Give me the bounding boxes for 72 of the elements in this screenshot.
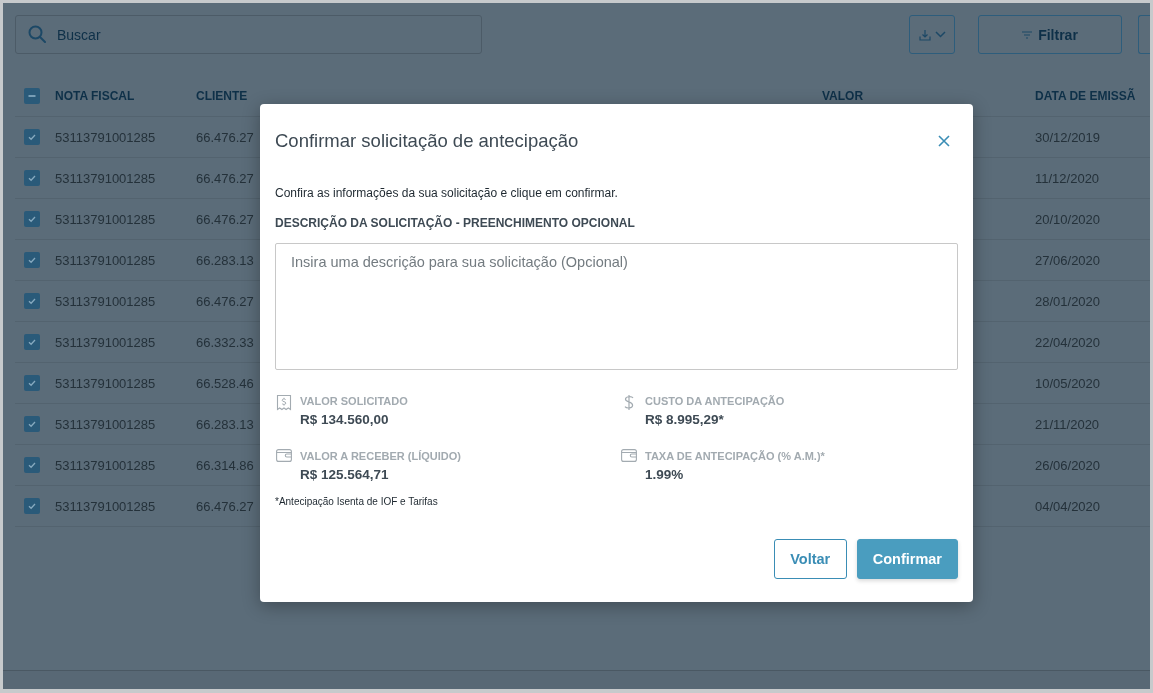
description-field[interactable]: Insira uma descrição para sua solicitação (Opcional) bbox=[275, 243, 958, 370]
table-cell: 53113791001285 bbox=[55, 252, 156, 268]
column-header: VALOR bbox=[822, 89, 864, 103]
table-cell: 11/12/2020 bbox=[1035, 170, 1100, 186]
wallet-icon bbox=[275, 449, 292, 462]
summary-label: VALOR A RECEBER (LÍQUIDO) bbox=[300, 449, 461, 463]
table-cell: 66.476.27 bbox=[196, 293, 254, 309]
checkbox[interactable] bbox=[24, 211, 40, 227]
table-cell: 27/06/2020 bbox=[1035, 252, 1101, 268]
footnote: *Antecipação Isenta de IOF e Tarifas bbox=[275, 496, 439, 508]
table-cell: 04/04/2020 bbox=[1035, 498, 1101, 514]
table-cell: 66.476.27 bbox=[196, 211, 254, 227]
table-cell: 53113791001285 bbox=[55, 334, 156, 350]
table-cell: 21/11/2020 bbox=[1035, 416, 1100, 432]
checkbox[interactable] bbox=[24, 457, 40, 473]
filter-icon bbox=[1022, 30, 1033, 39]
table-cell: 53113791001285 bbox=[55, 498, 156, 514]
table-cell: 53113791001285 bbox=[55, 293, 156, 309]
summary-value: 1.99% bbox=[645, 467, 685, 483]
table-cell: 66.283.13 bbox=[196, 252, 254, 268]
checkbox[interactable] bbox=[24, 375, 40, 391]
table-cell: 66.476.27 bbox=[196, 129, 254, 145]
summary-value: R$ 125.564,71 bbox=[300, 467, 390, 483]
confirm-button[interactable]: Confirmar bbox=[856, 539, 958, 579]
table-cell: 66.476.27 bbox=[196, 170, 254, 186]
receipt-icon bbox=[275, 394, 292, 411]
table-cell: 53113791001285 bbox=[55, 375, 156, 391]
summary-value: R$ 8.995,29* bbox=[645, 412, 725, 428]
column-header: CLIENTE bbox=[196, 89, 248, 103]
summary-label: CUSTO DA ANTECIPAÇÃO bbox=[645, 394, 785, 408]
table-cell: 66.332.33 bbox=[196, 334, 254, 350]
checkbox[interactable] bbox=[24, 416, 40, 432]
caret-icon bbox=[934, 31, 946, 38]
field-label: DESCRIÇÃO DA SOLICITAÇÃO - PREENCHIMENTO OPCIONAL bbox=[275, 216, 636, 230]
table-cell: 22/04/2020 bbox=[1035, 334, 1101, 350]
column-header: DATA DE EMISSÃ bbox=[1035, 89, 1136, 103]
table-cell: 53113791001285 bbox=[55, 416, 156, 432]
table-cell: 10/05/2020 bbox=[1035, 375, 1101, 391]
dialog-title: Confirmar solicitação de antecipação bbox=[275, 130, 579, 152]
table-cell: 66.528.46 bbox=[196, 375, 254, 391]
column-header: NOTA FISCAL bbox=[55, 89, 135, 103]
close-icon bbox=[938, 135, 950, 147]
dollar-icon bbox=[622, 394, 635, 411]
table-cell: 20/10/2020 bbox=[1035, 211, 1101, 227]
dialog-intro: Confira as informações da sua solicitação e clique em confirmar. bbox=[275, 186, 619, 200]
checkbox[interactable] bbox=[24, 129, 40, 145]
search-field[interactable]: Buscar bbox=[15, 15, 482, 54]
table-cell: 66.314.86 bbox=[196, 457, 254, 473]
summary-label: TAXA DE ANTECIPAÇÃO (% A.M.)* bbox=[645, 449, 825, 463]
summary-value: R$ 134.560,00 bbox=[300, 412, 390, 428]
checkbox[interactable] bbox=[24, 293, 40, 309]
checkbox[interactable] bbox=[24, 334, 40, 350]
wallet-icon bbox=[620, 449, 637, 462]
table-cell: 53113791001285 bbox=[55, 170, 156, 186]
checkbox[interactable] bbox=[24, 498, 40, 514]
table-cell: 26/06/2020 bbox=[1035, 457, 1101, 473]
table-cell: 53113791001285 bbox=[55, 457, 156, 473]
table-cell: 66.283.13 bbox=[196, 416, 254, 432]
filter-button[interactable]: Filtrar bbox=[978, 15, 1122, 54]
select-all-checkbox[interactable] bbox=[24, 88, 40, 104]
table-cell: 53113791001285 bbox=[55, 211, 156, 227]
summary-label: VALOR SOLICITADO bbox=[300, 394, 408, 408]
table-cell: 66.476.27 bbox=[196, 498, 254, 514]
table-cell: 53113791001285 bbox=[55, 129, 156, 145]
table-cell: 30/12/2019 bbox=[1035, 129, 1101, 145]
download-icon bbox=[918, 28, 931, 41]
download-button[interactable] bbox=[909, 15, 955, 54]
checkbox[interactable] bbox=[24, 252, 40, 268]
table-cell: 28/01/2020 bbox=[1035, 293, 1101, 309]
back-button[interactable]: Voltar bbox=[773, 539, 847, 579]
search-icon bbox=[28, 25, 46, 43]
checkbox[interactable] bbox=[24, 170, 40, 186]
